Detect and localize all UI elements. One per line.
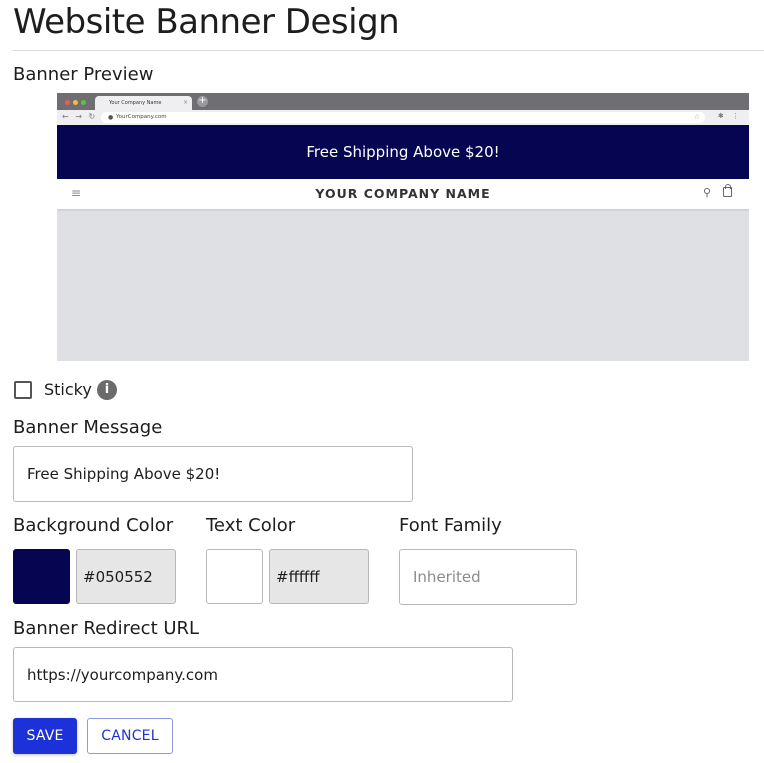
banner-preview-text: Free Shipping Above $20! (306, 143, 500, 161)
address-bar-url: YourCompany.com (116, 114, 167, 120)
save-button[interactable]: SAVE (13, 718, 77, 754)
banner-message-label: Banner Message (13, 417, 163, 438)
browser-titlebar: Your Company Name × + (57, 93, 749, 110)
background-color-label: Background Color (13, 515, 174, 536)
banner-message-input[interactable] (13, 446, 413, 502)
browser-nav-icons: ← → ↻ (62, 112, 98, 121)
tab-close-icon: × (182, 99, 188, 106)
background-color-input[interactable] (76, 549, 176, 604)
shopping-bag-icon (723, 184, 732, 197)
browser-mockup: Your Company Name × + ← → ↻ ● YourCompan… (57, 93, 749, 361)
browser-tab: Your Company Name × (95, 96, 192, 110)
font-family-input[interactable] (399, 549, 577, 605)
sticky-label: Sticky (44, 380, 92, 399)
company-name: YOUR COMPANY NAME (315, 186, 491, 201)
background-color-swatch[interactable] (13, 549, 70, 604)
bookmark-star-icon: ☆ (693, 113, 700, 121)
cancel-button[interactable]: CANCEL (87, 718, 173, 754)
info-icon[interactable]: i (97, 380, 117, 400)
browser-toolbar: ← → ↻ ● YourCompany.com ☆ ✱ ⋮ (57, 110, 749, 125)
title-divider (13, 50, 764, 51)
redirect-url-input[interactable] (13, 647, 513, 702)
font-family-label: Font Family (399, 515, 502, 536)
new-tab-icon: + (197, 95, 208, 107)
redirect-url-label: Banner Redirect URL (13, 618, 200, 639)
maximize-window-dot-icon (81, 100, 86, 105)
browser-tab-title: Your Company Name (109, 100, 162, 106)
text-color-input[interactable] (269, 549, 369, 604)
address-bar: ● YourCompany.com ☆ (101, 112, 705, 123)
banner-preview-label: Banner Preview (13, 64, 154, 85)
browser-extension-icons: ✱ ⋮ (717, 112, 742, 120)
text-color-swatch[interactable] (206, 549, 263, 604)
search-icon: ⚲ (703, 186, 712, 199)
minimize-window-dot-icon (73, 100, 78, 105)
lock-icon: ● (108, 114, 114, 121)
text-color-label: Text Color (206, 515, 296, 536)
close-window-dot-icon (65, 100, 70, 105)
sticky-checkbox[interactable] (14, 381, 32, 399)
banner-preview-bar: Free Shipping Above $20! (57, 125, 749, 179)
site-header-preview: ≡ YOUR COMPANY NAME ⚲ (57, 179, 749, 209)
page-title: Website Banner Design (13, 2, 400, 42)
